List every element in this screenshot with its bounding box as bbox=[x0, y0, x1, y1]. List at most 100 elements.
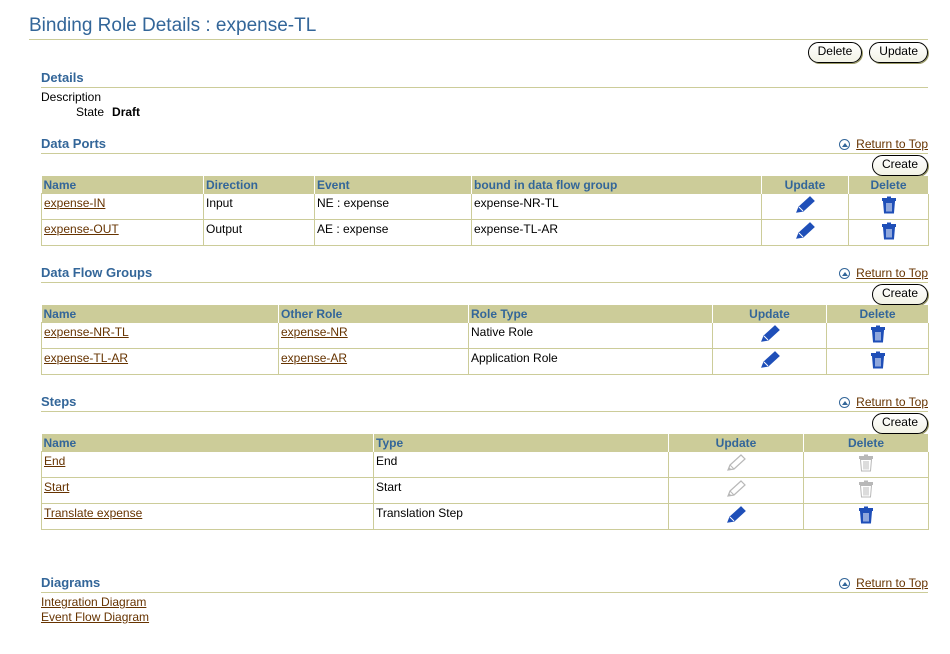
details-heading: Details bbox=[41, 70, 84, 85]
pencil-disabled-icon bbox=[725, 453, 747, 476]
trash-icon[interactable] bbox=[870, 325, 886, 346]
flow-group-name-link[interactable]: expense-NR-TL bbox=[44, 325, 129, 339]
return-to-top-data-ports[interactable]: Return to Top bbox=[839, 137, 928, 151]
return-to-top-icon bbox=[839, 139, 851, 150]
delete-cell bbox=[803, 451, 929, 478]
page-title: Binding Role Details : expense-TL bbox=[29, 15, 317, 36]
update-cell bbox=[761, 193, 849, 220]
table-row: expense-TL-AR expense-AR Application Rol… bbox=[41, 348, 929, 375]
step-type-cell: Start bbox=[373, 477, 669, 504]
title-divider bbox=[29, 39, 928, 40]
column-header-delete: Delete bbox=[848, 176, 929, 194]
return-to-top-link[interactable]: Return to Top bbox=[856, 266, 928, 280]
update-cell bbox=[668, 477, 804, 504]
integration-diagram-link[interactable]: Integration Diagram bbox=[41, 595, 149, 610]
pencil-icon[interactable] bbox=[725, 505, 747, 528]
trash-disabled-icon bbox=[858, 454, 874, 475]
delete-cell bbox=[803, 477, 929, 504]
data-flow-groups-create-button[interactable]: Create bbox=[871, 284, 928, 305]
delete-button[interactable]: Delete bbox=[807, 42, 863, 63]
step-name-link[interactable]: Translate expense bbox=[44, 506, 142, 520]
return-to-top-steps[interactable]: Return to Top bbox=[839, 395, 928, 409]
column-header-event: Event bbox=[314, 176, 472, 194]
steps-section-header: Steps Return to Top bbox=[41, 394, 928, 412]
step-name-link[interactable]: Start bbox=[44, 480, 69, 494]
trash-icon[interactable] bbox=[858, 506, 874, 527]
table-row: End End bbox=[41, 451, 929, 478]
data-flow-groups-heading: Data Flow Groups bbox=[41, 265, 153, 280]
return-to-top-data-flow-groups[interactable]: Return to Top bbox=[839, 266, 928, 280]
column-header-other-role: Other Role bbox=[278, 305, 469, 323]
column-header-update: Update bbox=[712, 305, 827, 323]
direction-cell: Output bbox=[203, 219, 315, 246]
step-name-link[interactable]: End bbox=[44, 454, 65, 468]
role-type-cell: Native Role bbox=[468, 322, 713, 349]
pencil-icon[interactable] bbox=[759, 350, 781, 373]
trash-icon[interactable] bbox=[870, 351, 886, 372]
return-to-top-icon bbox=[839, 397, 851, 408]
column-header-direction: Direction bbox=[203, 176, 315, 194]
trash-icon[interactable] bbox=[881, 196, 897, 217]
description-label: Description bbox=[41, 90, 102, 104]
event-cell: NE : expense bbox=[314, 193, 472, 220]
return-to-top-link[interactable]: Return to Top bbox=[856, 137, 928, 151]
data-flow-groups-section-header: Data Flow Groups Return to Top bbox=[41, 265, 928, 283]
other-role-link[interactable]: expense-NR bbox=[281, 325, 348, 339]
pencil-icon[interactable] bbox=[759, 324, 781, 347]
diagrams-heading: Diagrams bbox=[41, 575, 101, 590]
return-to-top-diagrams[interactable]: Return to Top bbox=[839, 576, 928, 590]
update-button[interactable]: Update bbox=[869, 42, 928, 63]
data-ports-section-header: Data Ports Return to Top bbox=[41, 136, 928, 154]
table-row: Translate expense Translation Step bbox=[41, 503, 929, 530]
column-header-group: bound in data flow group bbox=[471, 176, 762, 194]
flow-group-name-link[interactable]: expense-TL-AR bbox=[44, 351, 128, 365]
state-label: State bbox=[76, 105, 105, 119]
page-actions: Delete Update bbox=[801, 42, 928, 63]
pencil-icon[interactable] bbox=[794, 221, 816, 244]
delete-cell bbox=[826, 348, 929, 375]
column-header-delete: Delete bbox=[826, 305, 929, 323]
column-header-delete: Delete bbox=[803, 434, 929, 452]
state-row: State Draft bbox=[41, 105, 140, 120]
table-header-row: Name Type Update Delete bbox=[41, 434, 929, 452]
table-header-row: Name Direction Event bound in data flow … bbox=[41, 176, 929, 194]
delete-cell bbox=[848, 219, 929, 246]
steps-create-button[interactable]: Create bbox=[871, 413, 928, 434]
state-value: Draft bbox=[112, 105, 141, 119]
table-row: Start Start bbox=[41, 477, 929, 504]
other-role-link[interactable]: expense-AR bbox=[281, 351, 347, 365]
role-type-cell: Application Role bbox=[468, 348, 713, 375]
delete-cell bbox=[826, 322, 929, 349]
update-cell bbox=[668, 503, 804, 530]
column-header-name: Name bbox=[41, 305, 279, 323]
update-cell bbox=[712, 348, 827, 375]
data-ports-table: Name Direction Event bound in data flow … bbox=[41, 176, 929, 246]
column-header-type: Type bbox=[373, 434, 669, 452]
update-cell bbox=[668, 451, 804, 478]
step-type-cell: Translation Step bbox=[373, 503, 669, 530]
event-cell: AE : expense bbox=[314, 219, 472, 246]
return-to-top-icon bbox=[839, 268, 851, 279]
diagrams-section-header: Diagrams Return to Top bbox=[41, 575, 928, 593]
column-header-update: Update bbox=[761, 176, 849, 194]
data-ports-create-button[interactable]: Create bbox=[871, 155, 928, 176]
group-cell: expense-TL-AR bbox=[471, 219, 762, 246]
data-port-name-link[interactable]: expense-OUT bbox=[44, 222, 119, 236]
delete-cell bbox=[848, 193, 929, 220]
pencil-disabled-icon bbox=[725, 479, 747, 502]
pencil-icon[interactable] bbox=[794, 195, 816, 218]
event-flow-diagram-link[interactable]: Event Flow Diagram bbox=[41, 610, 149, 625]
direction-cell: Input bbox=[203, 193, 315, 220]
diagram-links: Integration Diagram Event Flow Diagram bbox=[41, 595, 149, 625]
data-flow-groups-table: Name Other Role Role Type Update Delete … bbox=[41, 305, 929, 375]
data-port-name-link[interactable]: expense-IN bbox=[44, 196, 105, 210]
steps-table: Name Type Update Delete End End Start St… bbox=[41, 434, 929, 530]
column-header-name: Name bbox=[41, 434, 374, 452]
details-content: Description State Draft bbox=[41, 90, 140, 120]
trash-icon[interactable] bbox=[881, 222, 897, 243]
return-to-top-link[interactable]: Return to Top bbox=[856, 395, 928, 409]
details-section-header: Details bbox=[41, 70, 928, 88]
return-to-top-icon bbox=[839, 578, 851, 589]
return-to-top-link[interactable]: Return to Top bbox=[856, 576, 928, 590]
steps-heading: Steps bbox=[41, 394, 77, 409]
